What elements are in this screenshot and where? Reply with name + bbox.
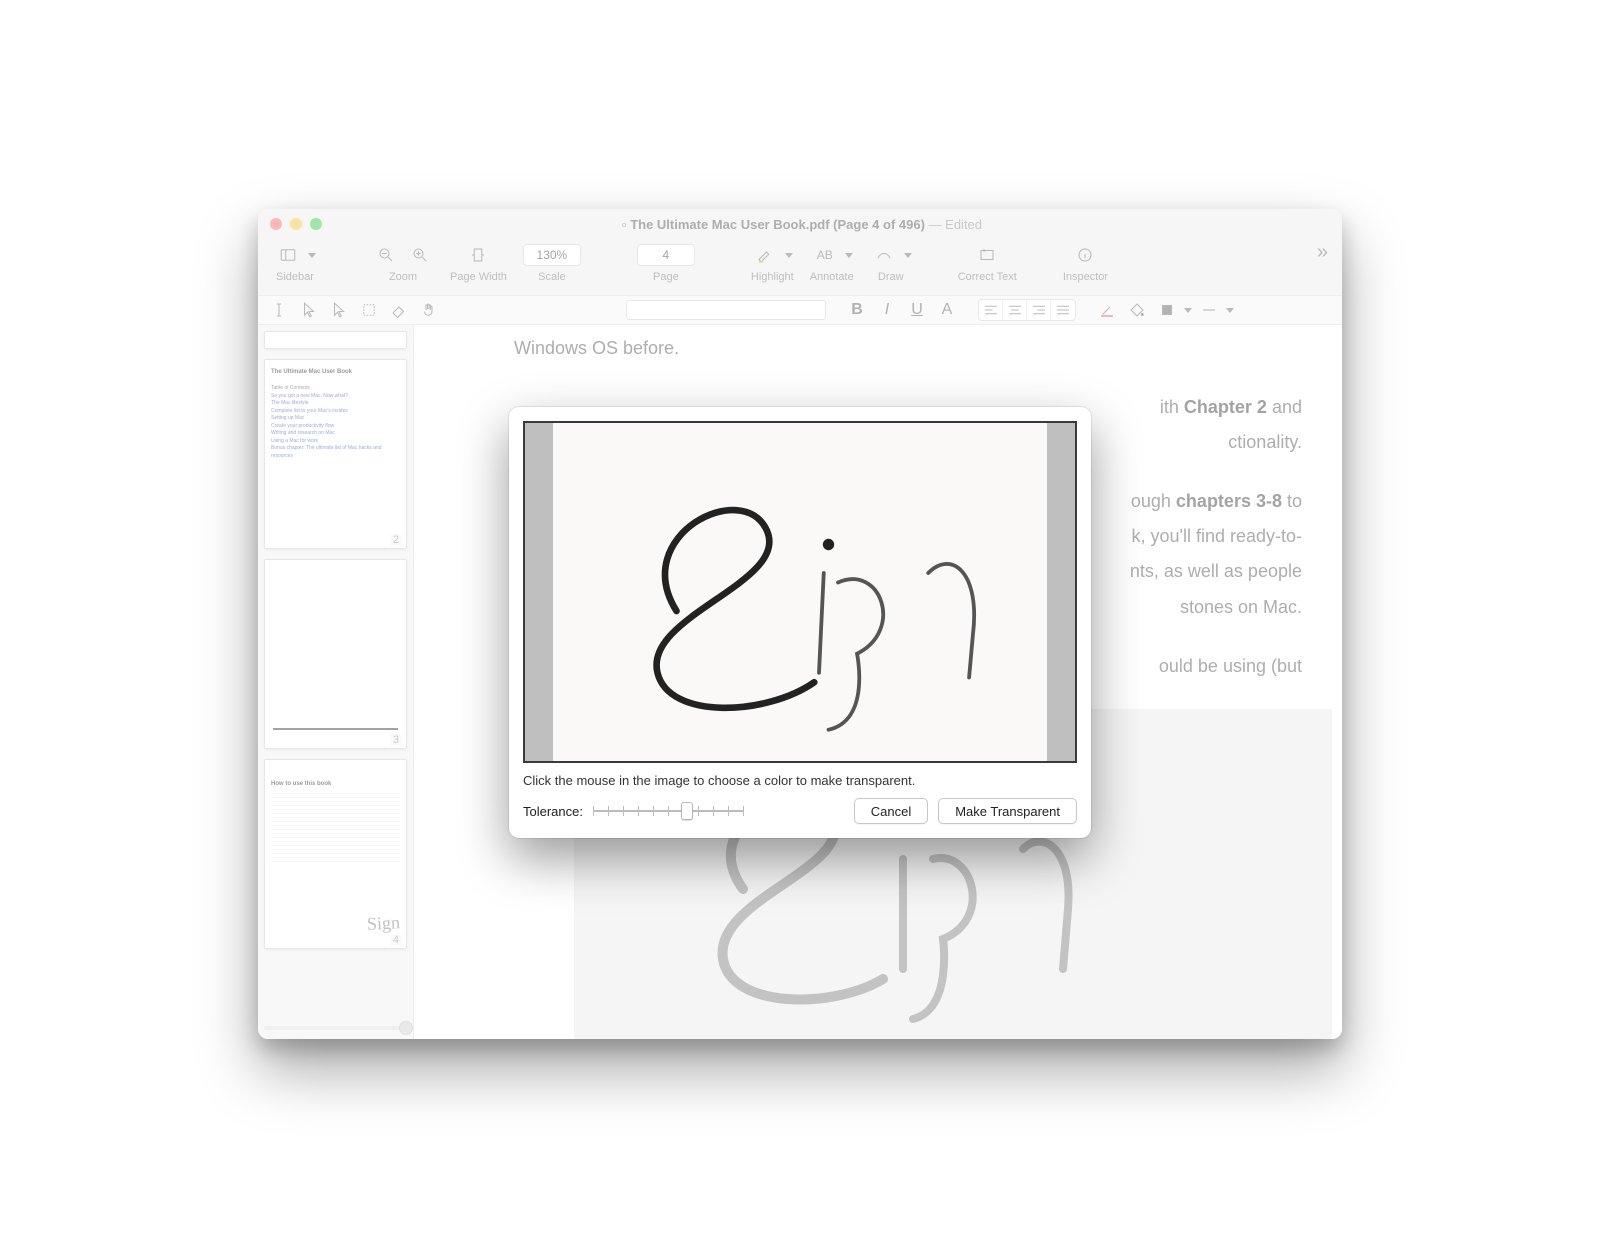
- signature-preview-icon: [553, 423, 1047, 761]
- tolerance-label: Tolerance:: [523, 804, 583, 819]
- instant-alpha-controls: Tolerance: Cancel Make Transparent: [523, 798, 1077, 824]
- instant-alpha-dialog: Click the mouse in the image to choose a…: [509, 407, 1091, 838]
- tolerance-slider[interactable]: [593, 801, 743, 821]
- modal-layer: Click the mouse in the image to choose a…: [258, 209, 1342, 1039]
- instant-alpha-canvas[interactable]: [523, 421, 1077, 763]
- app-window: ▫︎ The Ultimate Mac User Book.pdf (Page …: [258, 209, 1342, 1039]
- cancel-button[interactable]: Cancel: [854, 798, 928, 824]
- instant-alpha-instruction: Click the mouse in the image to choose a…: [523, 773, 1077, 788]
- make-transparent-button[interactable]: Make Transparent: [938, 798, 1077, 824]
